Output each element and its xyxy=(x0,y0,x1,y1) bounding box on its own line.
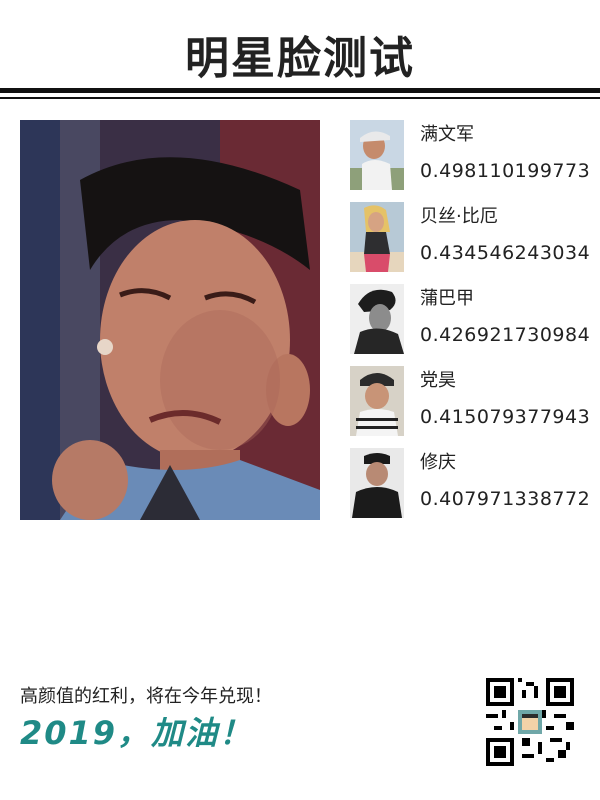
match-score: 0.434546243034 xyxy=(420,242,591,264)
match-name: 党昊 xyxy=(420,370,456,391)
header-divider-thick xyxy=(0,88,600,93)
match-item: 贝丝·比厄 0.434546243034 xyxy=(350,202,590,284)
match-results-list: 满文军 0.498110199773 贝丝·比厄 0.434546243034 xyxy=(350,120,590,530)
match-score: 0.426921730984 xyxy=(420,324,591,346)
match-name: 蒲巴甲 xyxy=(420,288,474,309)
footer-tagline: 高颜值的红利，将在今年兑现！ xyxy=(20,686,272,707)
match-score: 0.415079377943 xyxy=(420,406,591,428)
header-divider-thin xyxy=(0,97,600,99)
match-name: 修庆 xyxy=(420,452,456,473)
match-item: 修庆 0.407971338772 xyxy=(350,448,590,530)
match-thumbnail xyxy=(350,120,404,190)
match-score: 0.498110199773 xyxy=(420,160,591,182)
match-name: 满文军 xyxy=(420,124,474,145)
match-item: 满文军 0.498110199773 xyxy=(350,120,590,202)
footer-slogan: 2019，加油！ xyxy=(20,714,254,752)
match-thumbnail xyxy=(350,202,404,272)
match-thumbnail xyxy=(350,284,404,354)
match-thumbnail xyxy=(350,366,404,436)
match-name: 贝丝·比厄 xyxy=(420,206,498,227)
match-score: 0.407971338772 xyxy=(420,488,591,510)
uploaded-face-photo xyxy=(20,120,320,520)
qr-code-icon[interactable] xyxy=(486,678,574,766)
match-item: 党昊 0.415079377943 xyxy=(350,366,590,448)
match-thumbnail xyxy=(350,448,404,518)
match-item: 蒲巴甲 0.426921730984 xyxy=(350,284,590,366)
page-title: 明星脸测试 xyxy=(185,33,415,84)
